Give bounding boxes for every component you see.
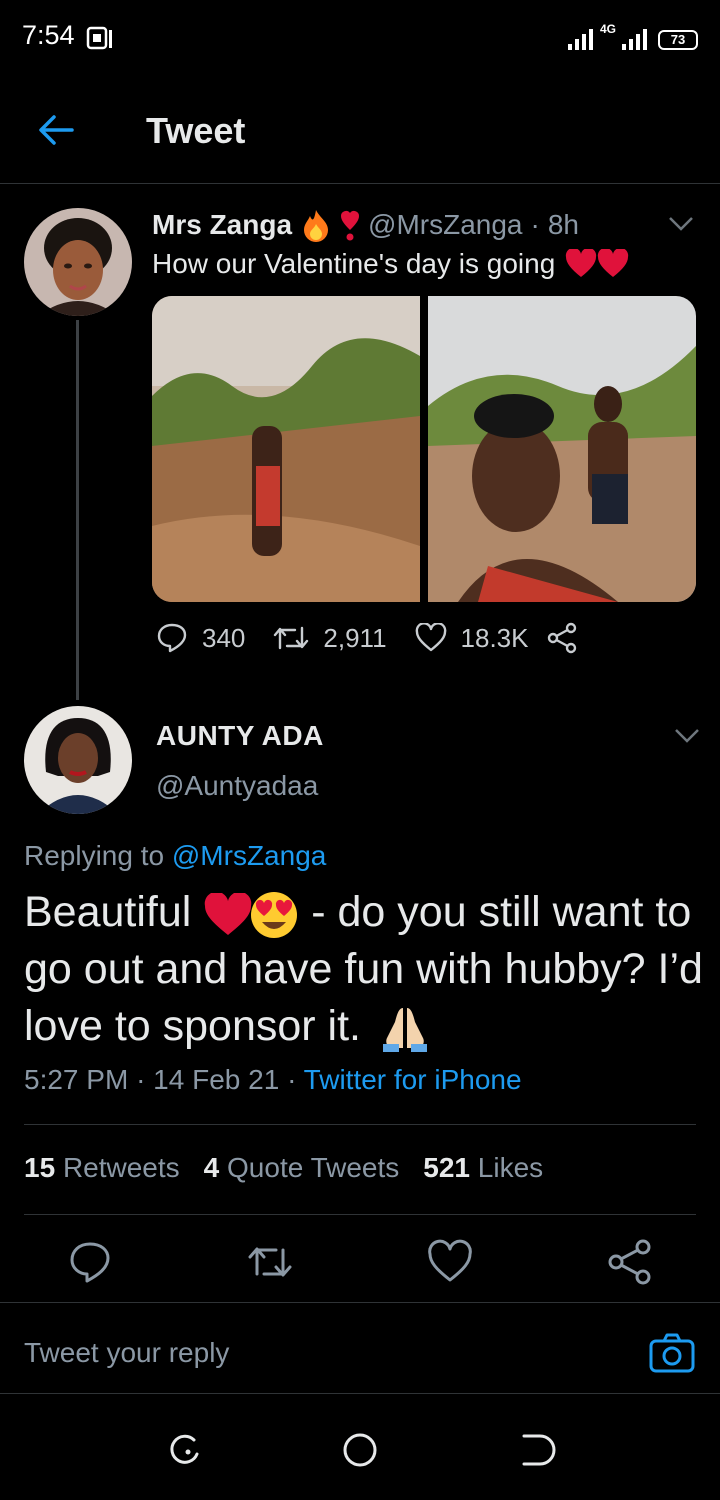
fire-emoji	[304, 210, 329, 242]
author-handle[interactable]: @Auntyadaa	[156, 770, 318, 802]
retweet-count: 2,911	[323, 622, 387, 653]
parent-time: 8h	[547, 209, 579, 240]
reply-input[interactable]: Tweet your reply	[24, 1337, 229, 1369]
quotes-label: Quote Tweets	[227, 1152, 400, 1183]
home-icon[interactable]	[340, 1430, 380, 1470]
media-grid[interactable]	[152, 296, 696, 602]
battery-level: 73	[670, 32, 686, 47]
meta-dot-2: ·	[287, 1064, 297, 1095]
media-photo-2[interactable]	[428, 296, 696, 602]
parent-avatar[interactable]	[24, 208, 132, 316]
retweets-label: Retweets	[62, 1152, 180, 1183]
tweet-stats: 15 Retweets 4 Quote Tweets 521 Likes	[24, 1152, 543, 1184]
tweet-meta: 5:27 PM · 14 Feb 21 · Twitter for iPhone	[24, 1064, 522, 1096]
retweet-action[interactable]: 2,911	[273, 622, 387, 654]
divider	[24, 1124, 696, 1125]
signal-icon-2	[622, 29, 647, 50]
red-heart-emoji	[205, 892, 252, 935]
camera-icon[interactable]	[648, 1331, 696, 1375]
separator: ·	[530, 209, 540, 240]
parent-text-content: How our Valentine's day is going	[152, 248, 556, 279]
back-arrow-icon[interactable]	[34, 108, 78, 152]
recent-apps-icon[interactable]	[164, 1430, 204, 1470]
avatar-image	[24, 706, 132, 814]
battery-icon: 73	[658, 30, 698, 50]
like-count: 18.3K	[460, 622, 529, 653]
system-nav-bar	[0, 1396, 720, 1500]
quotes-count: 4	[203, 1152, 220, 1183]
share-icon[interactable]	[546, 622, 578, 654]
heart-eyes-emoji	[251, 891, 298, 938]
main-more-chevron-icon[interactable]	[674, 728, 700, 744]
sim-icon	[86, 26, 112, 50]
replying-prefix: Replying to	[24, 840, 165, 871]
folded-hands-emoji	[382, 1007, 427, 1052]
tweet-time: 5:27 PM	[24, 1064, 129, 1095]
share-button-icon[interactable]	[604, 1236, 656, 1288]
quotes-stat[interactable]: 4 Quote Tweets	[204, 1152, 400, 1184]
parent-tweet-text: How our Valentine's day is going	[152, 248, 629, 280]
likes-label: Likes	[477, 1152, 544, 1183]
divider	[24, 1214, 696, 1215]
tweet-body: Beautiful - do you still want to go out …	[24, 884, 704, 1055]
tweet-date: 14 Feb 21	[153, 1064, 280, 1095]
heart-icon	[415, 623, 446, 652]
status-right: 4G 73	[567, 22, 698, 50]
retweet-icon	[274, 626, 309, 650]
reply-action[interactable]: 340	[156, 622, 245, 654]
retweets-stat[interactable]: 15 Retweets	[24, 1152, 180, 1184]
likes-count: 521	[423, 1152, 470, 1183]
parent-tweet-header: Mrs Zanga @MrsZanga · 8h	[152, 208, 579, 242]
network-label: 4G	[599, 22, 616, 36]
tweet-source-link[interactable]: Twitter for iPhone	[304, 1064, 522, 1095]
parent-handle[interactable]: @MrsZanga	[368, 209, 522, 241]
retweet-button-icon[interactable]	[244, 1236, 296, 1288]
parent-actions: 340 2,911 18.3K	[156, 622, 578, 654]
author-avatar[interactable]	[24, 706, 132, 814]
parent-more-chevron-icon[interactable]	[668, 216, 694, 232]
media-photo-1[interactable]	[152, 296, 420, 602]
body-text-1: Beautiful	[24, 888, 192, 936]
signal-icon	[567, 29, 593, 50]
replying-handle-link[interactable]: @MrsZanga	[172, 840, 326, 871]
reply-count: 340	[202, 622, 246, 653]
thread-line	[76, 320, 79, 700]
reply-bar: Tweet your reply	[0, 1302, 720, 1394]
exclamation-heart-emoji	[341, 211, 360, 241]
author-display-name[interactable]: AUNTY ADA	[156, 720, 324, 752]
avatar-image	[24, 208, 132, 316]
parent-display-name[interactable]: Mrs Zanga	[152, 209, 292, 241]
header: Tweet	[0, 84, 720, 184]
reply-button-icon[interactable]	[64, 1236, 116, 1288]
red-heart-emoji	[566, 249, 629, 277]
page-title: Tweet	[146, 110, 246, 151]
replying-to: Replying to @MrsZanga	[24, 840, 326, 872]
status-time: 7:54	[22, 20, 75, 50]
like-button-icon[interactable]	[424, 1236, 476, 1288]
likes-stat[interactable]: 521 Likes	[423, 1152, 543, 1184]
like-action[interactable]: 18.3K	[415, 622, 529, 654]
retweets-count: 15	[24, 1152, 56, 1183]
meta-dot-1: ·	[136, 1064, 146, 1095]
reply-icon	[157, 623, 187, 653]
status-bar: 7:54 4G 73	[0, 0, 720, 72]
tweet-action-bar	[0, 1236, 720, 1296]
back-icon[interactable]	[516, 1430, 556, 1470]
